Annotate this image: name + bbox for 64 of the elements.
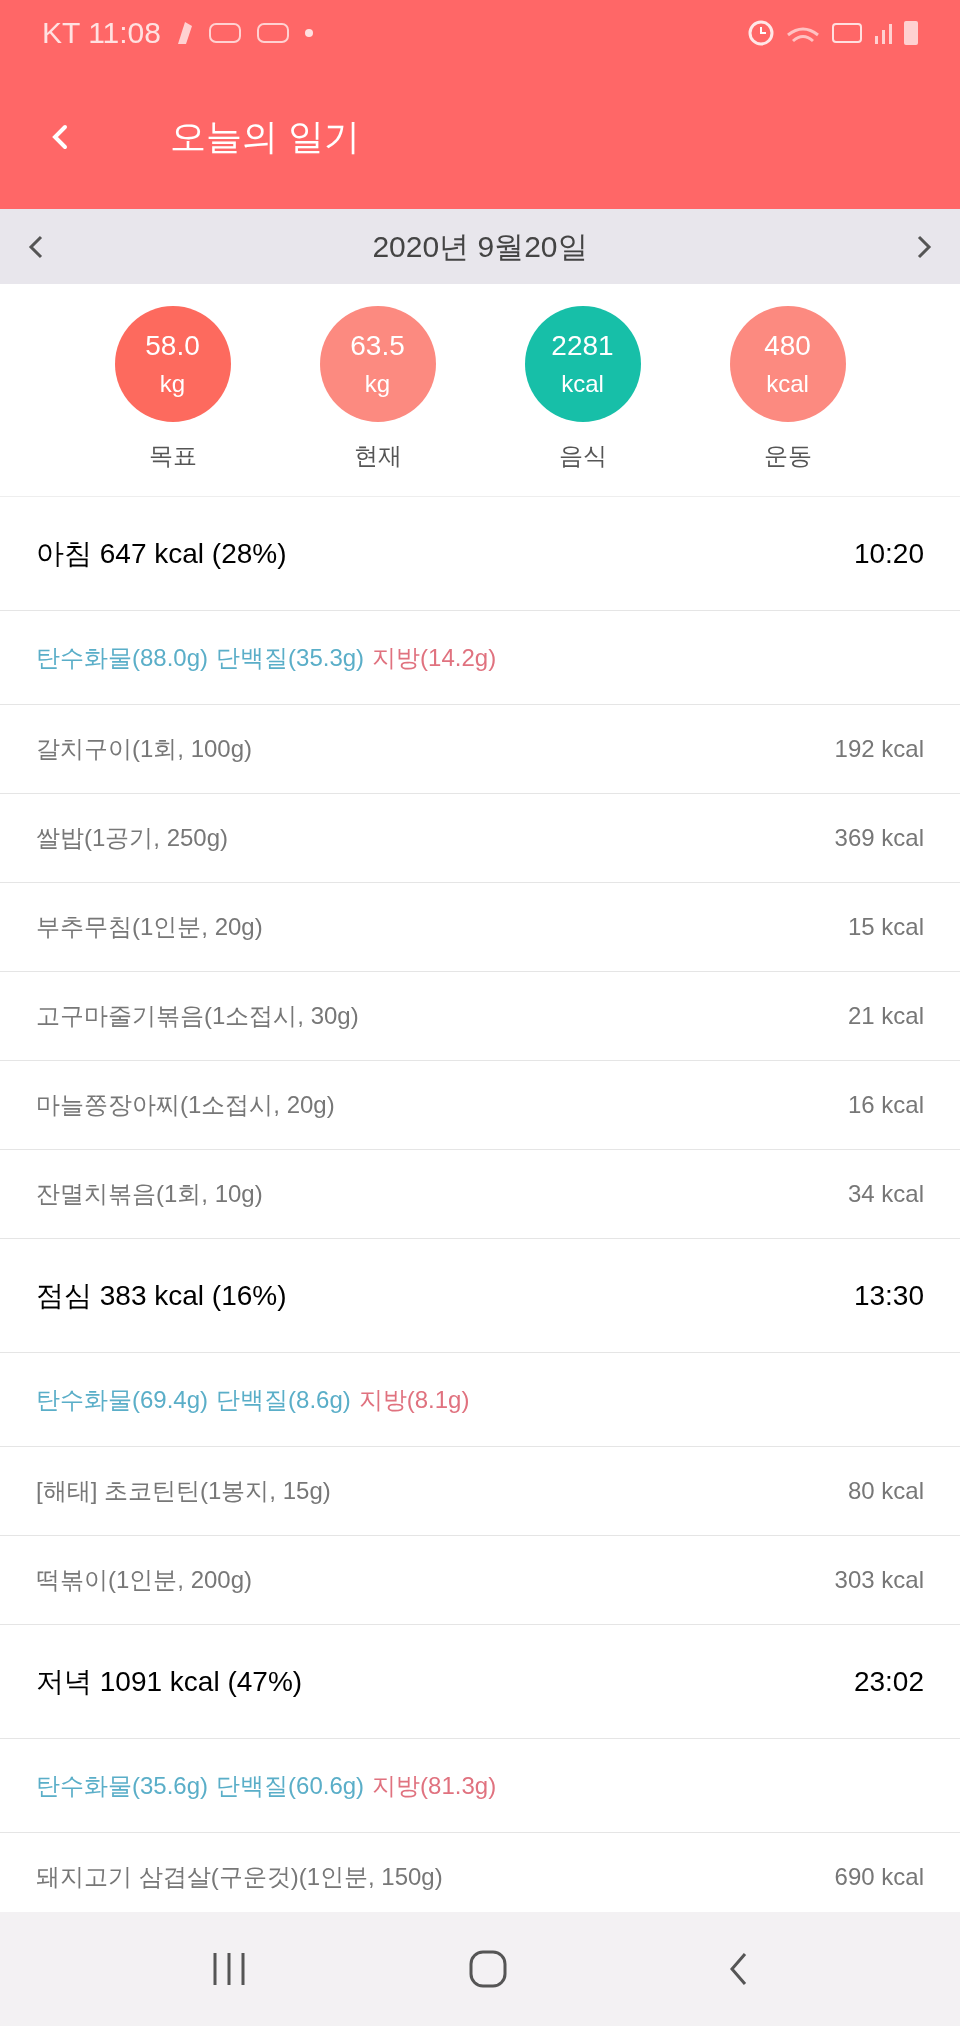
food-row[interactable]: 떡볶이(1인분, 200g) 303 kcal — [0, 1536, 960, 1625]
page-title: 오늘의 일기 — [170, 115, 360, 159]
food-kcal: 303 kcal — [834, 1565, 924, 1595]
summary-unit: kcal — [561, 369, 604, 399]
food-name: 돼지고기 삼겹살(구운것)(1인분, 150g) — [36, 1862, 443, 1892]
carbs-label: 탄수화물(69.4g) — [36, 1384, 209, 1415]
fat-label: 지방(81.3g) — [372, 1770, 497, 1801]
food-kcal: 369 kcal — [834, 823, 924, 853]
food-row[interactable]: 고구마줄기볶음(1소접시, 30g) 21 kcal — [0, 972, 960, 1061]
food-name: 고구마줄기볶음(1소접시, 30g) — [36, 1001, 359, 1031]
food-row[interactable]: 부추무침(1인분, 20g) 15 kcal — [0, 883, 960, 972]
food-name: 떡볶이(1인분, 200g) — [36, 1565, 253, 1595]
carbs-label: 탄수화물(35.6g) — [36, 1770, 209, 1801]
summary-unit: kcal — [766, 369, 809, 399]
home-button[interactable] — [468, 1949, 508, 1989]
summary-label: 목표 — [148, 441, 197, 471]
food-kcal: 16 kcal — [847, 1090, 924, 1120]
home-icon — [468, 1949, 508, 1989]
food-row[interactable]: [해태] 초코틴틴(1봉지, 15g) 80 kcal — [0, 1447, 960, 1536]
food-name: 갈치구이(1회, 100g) — [36, 734, 253, 764]
dot-icon — [305, 28, 313, 37]
food-name: 마늘쫑장아찌(1소접시, 20g) — [36, 1090, 335, 1120]
food-name: 잔멸치볶음(1회, 10g) — [36, 1179, 263, 1209]
meal-time: 23:02 — [853, 1664, 924, 1699]
summary-label: 운동 — [763, 441, 812, 471]
summary-label: 현재 — [353, 441, 402, 471]
battery-icon — [904, 20, 918, 45]
summary-unit: kg — [159, 369, 186, 399]
summary-value: 2281 — [551, 329, 614, 363]
food-name: [해태] 초코틴틴(1봉지, 15g) — [36, 1476, 331, 1506]
signal-icon — [874, 21, 892, 44]
food-name: 쌀밥(1공기, 250g) — [36, 823, 229, 853]
food-kcal: 690 kcal — [834, 1862, 924, 1892]
summary-value: 63.5 — [350, 329, 405, 363]
food-kcal: 192 kcal — [834, 734, 924, 764]
carbs-label: 탄수화물(88.0g) — [36, 642, 209, 673]
food-kcal: 21 kcal — [847, 1001, 924, 1031]
meal-title: 저녁 1091 kcal (47%) — [36, 1664, 303, 1699]
status-time: KT 11:08 — [42, 15, 161, 51]
protein-label: 단백질(60.6g) — [216, 1770, 365, 1801]
summary-value: 480 — [764, 329, 811, 363]
meal-time: 13:30 — [853, 1278, 924, 1313]
food-row[interactable]: 잔멸치볶음(1회, 10g) 34 kcal — [0, 1150, 960, 1239]
protein-label: 단백질(8.6g) — [216, 1384, 351, 1415]
meal-title: 점심 383 kcal (16%) — [36, 1278, 287, 1313]
meal-title: 아침 647 kcal (28%) — [36, 536, 287, 571]
fat-label: 지방(8.1g) — [358, 1384, 470, 1415]
summary-label: 음식 — [558, 441, 607, 471]
hd-icon — [832, 22, 862, 43]
back-icon — [50, 122, 70, 152]
alarm-icon — [748, 19, 774, 46]
food-row[interactable]: 갈치구이(1회, 100g) 192 kcal — [0, 705, 960, 794]
protein-label: 단백질(35.3g) — [216, 642, 365, 673]
summary-unit: kg — [364, 369, 391, 399]
food-kcal: 15 kcal — [847, 912, 924, 942]
meal-time: 10:20 — [853, 536, 924, 571]
fat-label: 지방(14.2g) — [372, 642, 497, 673]
food-kcal: 80 kcal — [847, 1476, 924, 1506]
food-row[interactable]: 쌀밥(1공기, 250g) 369 kcal — [0, 794, 960, 883]
food-name: 부추무침(1인분, 20g) — [36, 912, 263, 942]
food-kcal: 34 kcal — [847, 1179, 924, 1209]
summary-value: 58.0 — [145, 329, 200, 363]
date-label: 2020년 9월20일 — [372, 229, 588, 265]
food-row[interactable]: 마늘쫑장아찌(1소접시, 20g) 16 kcal — [0, 1061, 960, 1150]
